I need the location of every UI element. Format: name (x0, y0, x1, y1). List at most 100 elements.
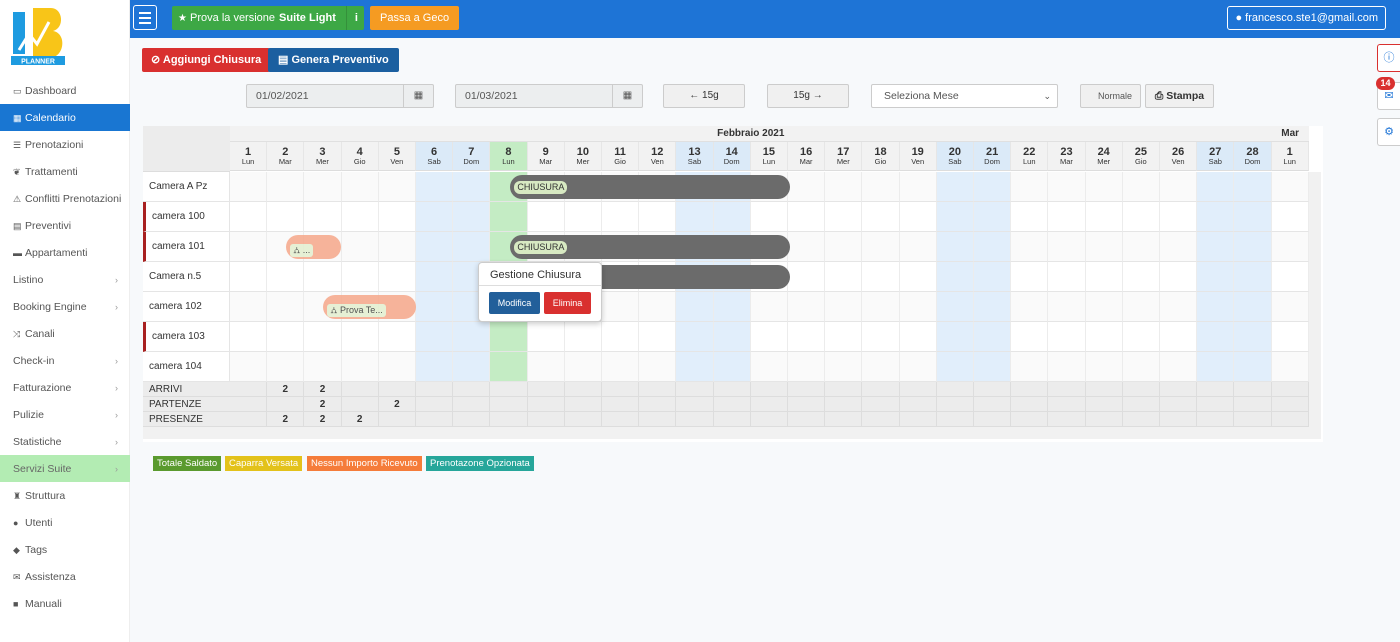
calendar-cell[interactable] (1197, 352, 1235, 382)
calendar-cell[interactable] (676, 322, 714, 352)
calendar-cell[interactable] (1197, 322, 1235, 352)
calendar-cell[interactable] (490, 352, 528, 382)
horizontal-scrollbar[interactable] (143, 427, 1321, 439)
calendar-cell[interactable] (527, 322, 565, 352)
calendar-cell[interactable] (1271, 202, 1309, 232)
sidebar-item-trattamenti[interactable]: ❦ Trattamenti (0, 158, 130, 185)
calendar-cell[interactable] (1271, 172, 1309, 202)
calendar-cell[interactable] (1085, 352, 1123, 382)
calendar-cell[interactable] (416, 202, 454, 232)
calendar-cell[interactable] (1085, 292, 1123, 322)
calendar-cell[interactable] (1085, 262, 1123, 292)
sidebar-item-assistenza[interactable]: ✉ Assistenza (0, 563, 130, 590)
calendar-cell[interactable] (862, 202, 900, 232)
calendar-cell[interactable] (453, 172, 491, 202)
calendar-cell[interactable] (862, 322, 900, 352)
calendar-cell[interactable] (378, 352, 416, 382)
booking-bar[interactable]: ⛼ Prova Te... (323, 295, 416, 319)
calendar-cell[interactable] (341, 352, 379, 382)
calendar-cell[interactable] (1160, 172, 1198, 202)
calendar-cell[interactable] (378, 322, 416, 352)
calendar-cell[interactable] (1048, 352, 1086, 382)
sidebar-item-statistiche[interactable]: Statistiche › (0, 428, 130, 455)
calendar-cell[interactable] (490, 202, 528, 232)
calendar-cell[interactable] (378, 172, 416, 202)
calendar-cell[interactable] (1160, 232, 1198, 262)
calendar-cell[interactable] (936, 232, 974, 262)
calendar-cell[interactable] (862, 172, 900, 202)
calendar-cell[interactable] (304, 262, 342, 292)
calendar-cell[interactable] (788, 352, 826, 382)
calendar-cell[interactable] (230, 232, 268, 262)
calendar-cell[interactable] (527, 202, 565, 232)
calendar-cell[interactable] (676, 352, 714, 382)
calendar-cell[interactable] (1160, 292, 1198, 322)
delete-closure-button[interactable]: Elimina (544, 292, 591, 314)
calendar-cell[interactable] (341, 262, 379, 292)
calendar-cell[interactable] (750, 292, 788, 322)
calendar-cell[interactable] (936, 292, 974, 322)
calendar-icon[interactable]: ▦ (612, 85, 642, 107)
calendar-cell[interactable] (1271, 262, 1309, 292)
calendar-cell[interactable] (974, 172, 1012, 202)
date-from-input[interactable]: 01/02/2021 ▦ (246, 84, 434, 108)
calendar-cell[interactable] (1011, 322, 1049, 352)
sidebar-item-conflitti-prenotazioni[interactable]: ⚠ Conflitti Prenotazioni (0, 185, 130, 212)
calendar-cell[interactable] (416, 352, 454, 382)
calendar-cell[interactable] (1011, 172, 1049, 202)
calendar-cell[interactable] (416, 322, 454, 352)
sidebar-item-dashboard[interactable]: ▭ Dashboard (0, 77, 130, 104)
calendar-cell[interactable] (713, 322, 751, 352)
calendar-cell[interactable] (899, 352, 937, 382)
vertical-scrollbar[interactable] (1308, 172, 1321, 427)
generate-quote-button[interactable]: ▤ Genera Preventivo (268, 48, 399, 72)
calendar-cell[interactable] (974, 202, 1012, 232)
sidebar-item-fatturazione[interactable]: Fatturazione › (0, 374, 130, 401)
calendar-cell[interactable] (1048, 172, 1086, 202)
calendar-cell[interactable] (1048, 322, 1086, 352)
calendar-cell[interactable] (1122, 352, 1160, 382)
info-circle-icon[interactable]: ⓘ (1377, 44, 1400, 72)
calendar-cell[interactable] (1122, 172, 1160, 202)
calendar-cell[interactable] (341, 322, 379, 352)
view-mode-toggle[interactable]: Normale (1080, 84, 1141, 108)
calendar-cell[interactable] (899, 322, 937, 352)
calendar-cell[interactable] (1234, 292, 1272, 322)
calendar-cell[interactable] (230, 292, 268, 322)
calendar-cell[interactable] (639, 352, 677, 382)
calendar-cell[interactable] (453, 232, 491, 262)
calendar-cell[interactable] (936, 262, 974, 292)
closure-bar[interactable]: CHIUSURA (510, 235, 790, 259)
calendar-cell[interactable] (825, 352, 863, 382)
calendar-cell[interactable] (564, 202, 602, 232)
calendar-cell[interactable] (1271, 292, 1309, 322)
calendar-cell[interactable] (416, 292, 454, 322)
calendar-cell[interactable] (639, 202, 677, 232)
calendar-cell[interactable] (1048, 232, 1086, 262)
month-select[interactable]: Seleziona Mese ⌄ (871, 84, 1058, 108)
calendar-cell[interactable] (862, 262, 900, 292)
sidebar-item-tags[interactable]: ◆ Tags (0, 536, 130, 563)
calendar-cell[interactable] (1122, 322, 1160, 352)
sidebar-item-utenti[interactable]: ● Utenti (0, 509, 130, 536)
calendar-cell[interactable] (1011, 232, 1049, 262)
calendar-cell[interactable] (602, 322, 640, 352)
calendar-cell[interactable] (825, 262, 863, 292)
calendar-cell[interactable] (899, 262, 937, 292)
calendar-cell[interactable] (862, 352, 900, 382)
calendar-cell[interactable] (862, 292, 900, 322)
calendar-cell[interactable] (230, 352, 268, 382)
calendar-cell[interactable] (490, 322, 528, 352)
calendar-cell[interactable] (230, 172, 268, 202)
calendar-cell[interactable] (1085, 172, 1123, 202)
calendar-cell[interactable] (267, 352, 305, 382)
calendar-cell[interactable] (788, 202, 826, 232)
calendar-cell[interactable] (788, 232, 826, 262)
calendar-cell[interactable] (1234, 232, 1272, 262)
calendar-cell[interactable] (378, 232, 416, 262)
calendar-cell[interactable] (267, 202, 305, 232)
calendar-cell[interactable] (1234, 172, 1272, 202)
calendar-cell[interactable] (1197, 232, 1235, 262)
calendar-cell[interactable] (936, 172, 974, 202)
calendar-cell[interactable] (862, 232, 900, 262)
